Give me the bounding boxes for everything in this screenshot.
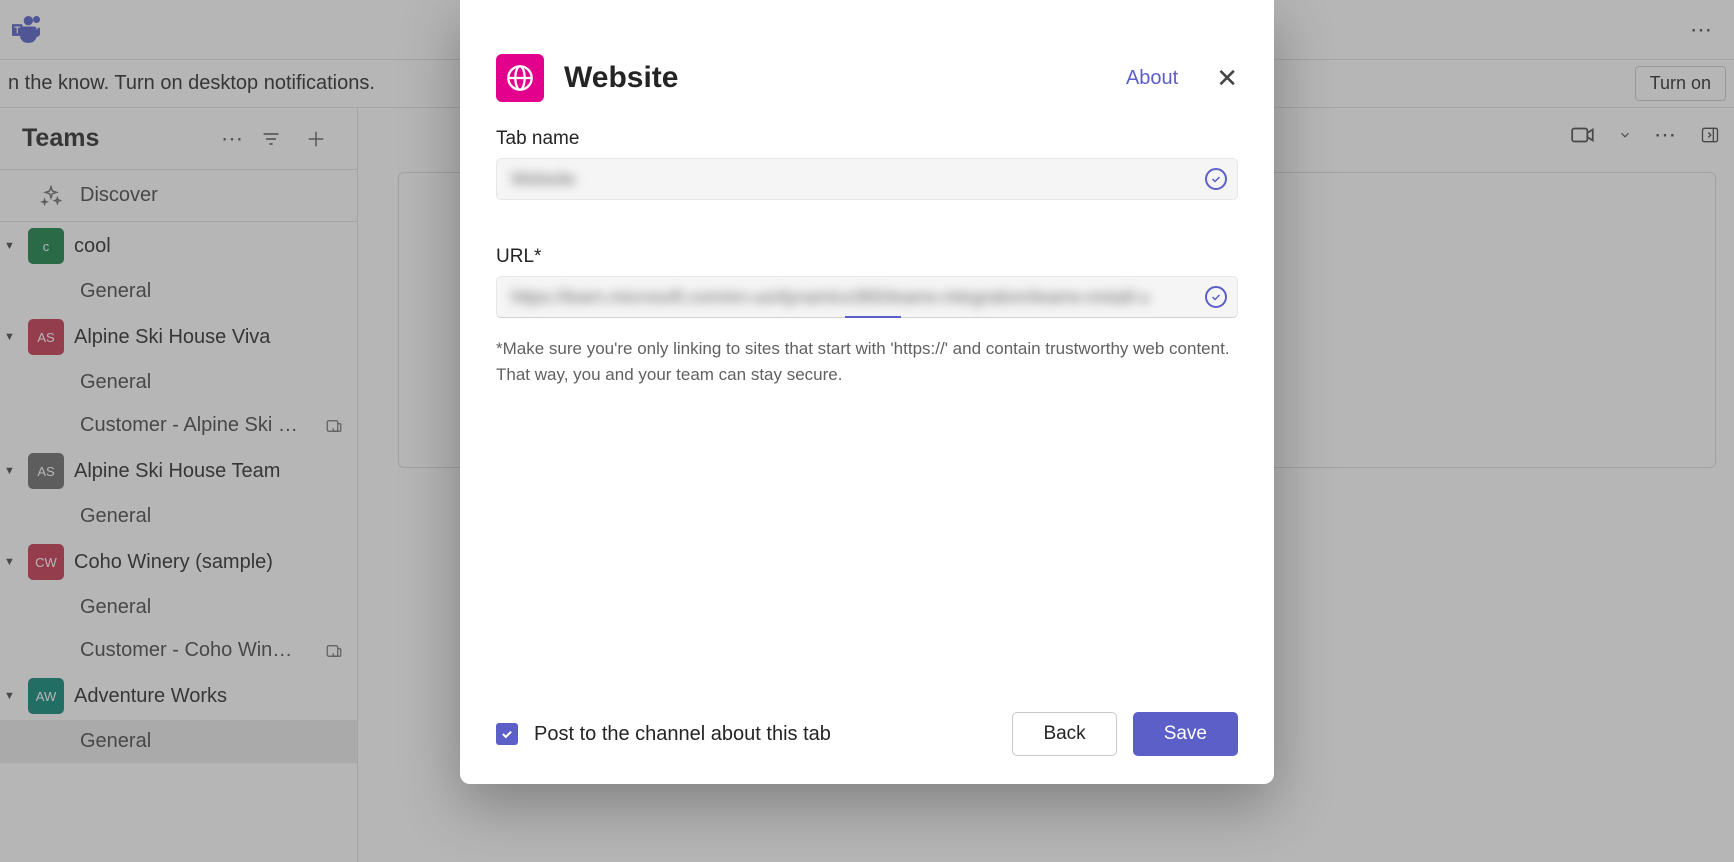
back-button[interactable]: Back: [1012, 712, 1116, 756]
url-helper-text: *Make sure you're only linking to sites …: [496, 336, 1238, 387]
tab-name-label: Tab name: [496, 128, 1238, 150]
post-checkbox[interactable]: [496, 723, 518, 745]
tab-name-value: Website: [511, 169, 576, 190]
tab-name-input[interactable]: Website: [496, 158, 1238, 200]
modal-title: Website: [564, 61, 678, 95]
url-value: https://learn.microsoft.com/en-us/dynami…: [511, 287, 1149, 308]
check-circle-icon: [1205, 168, 1227, 190]
website-app-icon: [496, 54, 544, 102]
url-label: URL*: [496, 246, 1238, 268]
modal-overlay[interactable]: Website About ✕ Tab name Website URL* ht…: [0, 0, 1734, 862]
about-link[interactable]: About: [1126, 67, 1178, 90]
check-circle-icon: [1205, 286, 1227, 308]
save-button[interactable]: Save: [1133, 712, 1238, 756]
website-tab-modal: Website About ✕ Tab name Website URL* ht…: [460, 0, 1274, 784]
post-checkbox-label: Post to the channel about this tab: [534, 723, 831, 746]
url-input[interactable]: https://learn.microsoft.com/en-us/dynami…: [496, 276, 1238, 318]
focus-underline: [845, 316, 901, 318]
close-icon[interactable]: ✕: [1216, 63, 1238, 94]
